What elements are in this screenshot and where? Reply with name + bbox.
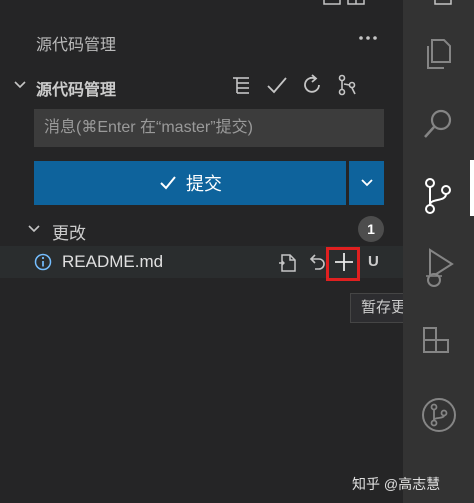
- file-status-untracked: U: [368, 253, 379, 270]
- git-graph-circle-icon: [422, 398, 456, 432]
- split-editor-icon[interactable]: [433, 0, 453, 6]
- commit-button-label: 提交: [186, 174, 222, 194]
- changes-count-badge: 1: [358, 216, 384, 242]
- run-debug-icon[interactable]: [403, 232, 474, 292]
- source-control-section-header[interactable]: 源代码管理: [0, 70, 403, 100]
- git-graph-icon[interactable]: [403, 382, 474, 442]
- section-title: 源代码管理: [36, 82, 117, 99]
- watermark: 知乎 @高志慧: [352, 476, 441, 492]
- files-icon: [427, 39, 451, 69]
- activity-bar: 1: [403, 0, 474, 503]
- file-name: README.md: [62, 252, 164, 271]
- explorer-icon[interactable]: [403, 22, 474, 82]
- source-control-sidebar: 源代码管理 源代码管理 消息(⌘Enter 在“master”提交) 提交 更改…: [0, 0, 432, 503]
- search-icon[interactable]: [403, 92, 474, 152]
- refresh-icon[interactable]: [299, 72, 325, 98]
- active-indicator: [470, 160, 474, 216]
- discard-icon[interactable]: [304, 251, 328, 275]
- branch-graph-icon[interactable]: [334, 72, 360, 98]
- view-as-tree-icon[interactable]: [228, 72, 254, 98]
- stage-button-highlight: [326, 247, 360, 281]
- play-bug-icon: [426, 248, 454, 287]
- source-control-icon[interactable]: [403, 162, 474, 222]
- extensions-icon[interactable]: [403, 310, 474, 370]
- changes-group-header[interactable]: 更改: [0, 215, 403, 243]
- commit-button[interactable]: 提交: [34, 161, 346, 205]
- changes-title: 更改: [52, 224, 86, 243]
- layout-icon[interactable]: [322, 0, 382, 6]
- check-icon[interactable]: [264, 72, 290, 98]
- ellipsis-icon[interactable]: [356, 26, 380, 50]
- sidebar-title: 源代码管理: [36, 37, 117, 54]
- chevron-down-icon[interactable]: [26, 221, 42, 237]
- blocks-icon: [423, 327, 449, 353]
- magnifier-icon: [424, 109, 452, 138]
- open-file-icon[interactable]: [276, 251, 300, 275]
- chevron-down-icon: [360, 179, 373, 187]
- chevron-down-icon[interactable]: [12, 77, 28, 93]
- source-control-branch-icon: [425, 178, 451, 214]
- check-icon: [160, 176, 176, 190]
- info-icon: [34, 253, 52, 271]
- commit-message-input[interactable]: [34, 109, 384, 147]
- commit-options-dropdown[interactable]: [349, 161, 384, 205]
- vscode-window: 源代码管理 源代码管理 消息(⌘Enter 在“master”提交) 提交 更改…: [0, 0, 474, 503]
